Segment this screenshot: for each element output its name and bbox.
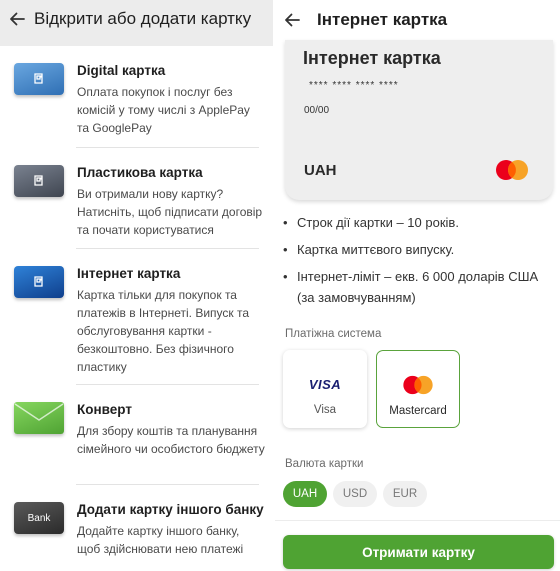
- mastercard-logo-icon: [496, 160, 528, 180]
- envelope-icon: [14, 402, 64, 434]
- item-description: Картка тільки для покупок та платежів в …: [77, 288, 250, 374]
- page-title: Відкрити або додати картку: [34, 9, 252, 28]
- internet-card-screen: Інтернет картка Інтернет картка **** ***…: [275, 0, 560, 571]
- list-item-internet-card[interactable]: Інтернет картка Картка тільки для покупо…: [0, 249, 273, 385]
- payment-option-visa[interactable]: VISA Visa: [283, 350, 367, 428]
- list-item-add-other-bank[interactable]: Bank Додати картку іншого банку Додайте …: [0, 485, 273, 571]
- plastic-card-icon: [14, 165, 64, 197]
- bullet-icon: •: [283, 242, 288, 257]
- currency-chip-usd[interactable]: USD: [333, 481, 377, 507]
- divider: [275, 520, 560, 521]
- list-item-digital-card[interactable]: Digital картка Оплата покупок і послуг б…: [0, 46, 273, 148]
- currency-selector: UAH USD EUR: [283, 481, 433, 507]
- feature-list: • Строк дії картки – 10 років. • Картка …: [283, 212, 555, 314]
- card-preview: Інтернет картка **** **** **** **** 00/0…: [285, 40, 553, 200]
- item-description: Ви отримали нову картку? Натисніть, щоб …: [77, 187, 263, 237]
- currency-chip-uah[interactable]: UAH: [283, 481, 327, 507]
- top-bar: Інтернет картка: [275, 0, 560, 40]
- back-button[interactable]: [275, 1, 309, 39]
- card-expiry: 00/00: [304, 105, 330, 116]
- top-bar: Відкрити або додати картку: [0, 0, 273, 38]
- mastercard-logo-wrapper: [400, 365, 436, 405]
- item-description: Для збору коштів та планування сімейного…: [77, 424, 265, 456]
- feature-item: • Інтернет-ліміт – екв. 6 000 доларів СШ…: [283, 266, 555, 308]
- currency-label: Валюта картки: [285, 458, 364, 470]
- bank-card-icon: Bank: [14, 502, 64, 534]
- list-item-plastic-card[interactable]: Пластикова картка Ви отримали нову картк…: [0, 148, 273, 249]
- item-title: Digital картка: [77, 63, 166, 78]
- payment-system-label: Платіжна система: [285, 328, 382, 340]
- currency-chip-eur[interactable]: EUR: [383, 481, 427, 507]
- bullet-icon: •: [283, 215, 288, 230]
- item-description: Додайте картку іншого банку, щоб здійсню…: [77, 524, 244, 556]
- arrow-left-icon: [10, 12, 25, 26]
- visa-logo-text: VISA: [308, 376, 342, 392]
- feature-item: • Картка миттєвого випуску.: [283, 239, 555, 260]
- digital-card-icon: [14, 63, 64, 95]
- card-options-list: Digital картка Оплата покупок і послуг б…: [0, 46, 273, 571]
- page-title: Інтернет картка: [317, 10, 448, 29]
- card-title: Інтернет картка: [303, 48, 441, 68]
- bank-label: Bank: [27, 512, 51, 524]
- feature-item: • Строк дії картки – 10 років.: [283, 212, 555, 233]
- feature-text: Строк дії картки – 10 років.: [297, 215, 459, 230]
- feature-text: Інтернет-ліміт – екв. 6 000 доларів США …: [297, 269, 539, 305]
- item-description: Оплата покупок і послуг без комісій у то…: [77, 85, 250, 135]
- open-card-screen: Відкрити або додати картку Digital картк…: [0, 0, 273, 571]
- visa-logo-icon: VISA: [309, 364, 341, 404]
- payment-option-label: Visa: [313, 404, 337, 416]
- item-title: Пластикова картка: [77, 165, 203, 180]
- item-title: Інтернет картка: [77, 266, 181, 281]
- card-currency: UAH: [304, 162, 337, 179]
- mastercard-logo-icon: [403, 375, 433, 395]
- item-title: Додати картку іншого банку: [77, 502, 264, 517]
- back-button[interactable]: [0, 0, 34, 38]
- arrow-left-icon: [285, 13, 300, 27]
- feature-text: Картка миттєвого випуску.: [297, 242, 455, 257]
- item-title: Конверт: [77, 402, 132, 417]
- payment-option-label: Mastercard: [389, 405, 447, 417]
- payment-option-mastercard[interactable]: Mastercard: [376, 350, 460, 428]
- list-item-envelope[interactable]: Конверт Для збору коштів та планування с…: [0, 385, 273, 485]
- bullet-icon: •: [283, 269, 288, 284]
- get-card-button[interactable]: Отримати картку: [283, 535, 554, 569]
- internet-card-icon: [14, 266, 64, 298]
- card-number: **** **** **** ****: [309, 80, 399, 91]
